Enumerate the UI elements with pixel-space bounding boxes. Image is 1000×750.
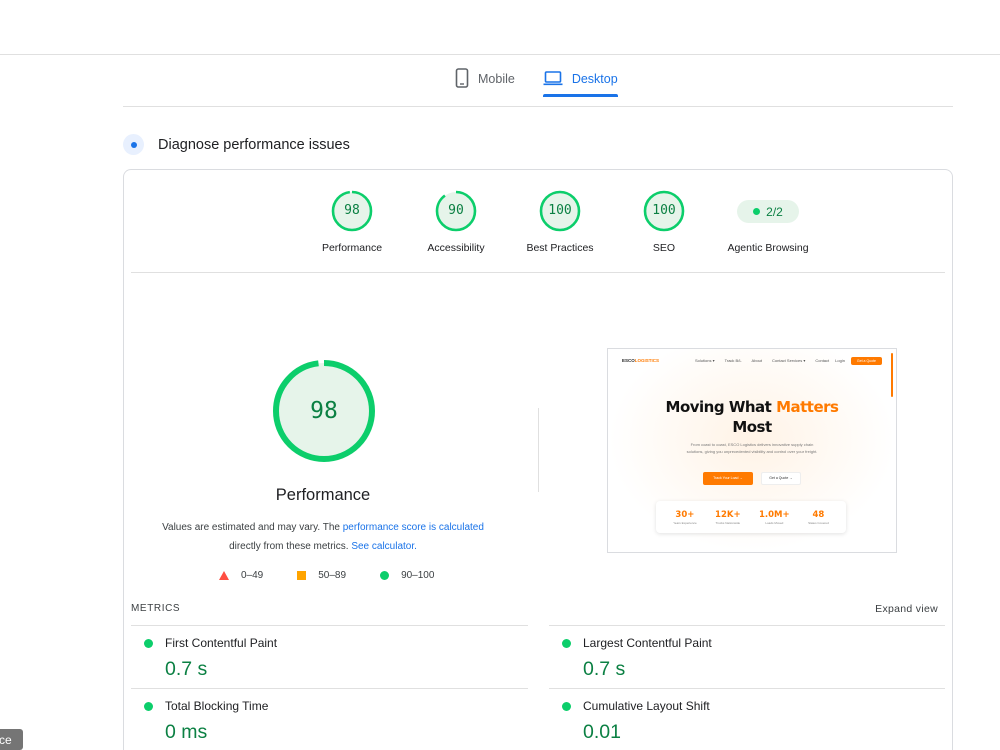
legend-range: 0–49	[241, 570, 264, 581]
tab-mobile-label: Mobile	[478, 72, 515, 86]
performance-score-gauge: 98	[271, 358, 377, 464]
tab-desktop[interactable]: Desktop	[542, 62, 618, 97]
gauge-performance[interactable]: 98 Performance	[300, 190, 404, 254]
gauge-label: SEO	[652, 242, 676, 254]
gauge-seo[interactable]: 100 SEO	[612, 190, 716, 254]
metric-value: 0 ms	[165, 721, 208, 743]
metric-value: 0.01	[583, 721, 621, 743]
tab-mobile[interactable]: Mobile	[455, 62, 515, 96]
score-ring: 100	[643, 190, 685, 232]
metric-name: Cumulative Layout Shift	[583, 699, 710, 713]
gauge-label: Agentic Browsing	[727, 242, 809, 254]
thumbnail-nav: ESCOLOGISTICS Solutions ▾ Track B/L About C…	[622, 356, 882, 365]
thumbnail-stats: 30+ Years Experience 12K+ Trucks Nationwid…	[656, 501, 846, 533]
thumbnail-page: ESCOLOGISTICS Solutions ▾ Track B/L About C…	[608, 349, 896, 552]
gauge-label: Accessibility	[427, 242, 485, 254]
tabs-divider	[123, 106, 953, 107]
thumbnail-scrollbar	[891, 353, 893, 397]
page-screenshot-thumbnail[interactable]: ESCOLOGISTICS Solutions ▾ Track B/L About C…	[607, 348, 897, 553]
score-ring: 90	[435, 190, 477, 232]
gauge-best-practices[interactable]: 100 Best Practices	[508, 190, 612, 254]
score-legend: 0–49 50–89 90–100	[219, 570, 468, 581]
metric-lcp: Largest Contentful Paint 0.7 s	[562, 636, 942, 681]
performance-score-link[interactable]: performance score is calculated	[343, 522, 484, 533]
pass-dot-icon	[144, 701, 153, 711]
score-ring: 100	[539, 190, 581, 232]
orange-square-icon	[297, 571, 307, 580]
pass-dot-icon	[144, 638, 153, 648]
metric-value: 0.7 s	[165, 658, 208, 680]
estimate-note: Values are estimated and may vary. The p…	[150, 519, 496, 556]
see-calculator-link[interactable]: See calculator.	[351, 541, 417, 552]
metric-value: 0.7 s	[583, 658, 626, 680]
legend-average: 50–89	[297, 570, 346, 581]
pass-dot-icon	[562, 701, 571, 711]
metric-cls: Cumulative Layout Shift 0.01	[562, 699, 942, 744]
metric-divider	[131, 625, 528, 626]
agentic-value: 2/2	[766, 204, 783, 219]
top-divider	[0, 54, 1000, 55]
pass-dot-icon	[562, 638, 571, 648]
metric-name: Total Blocking Time	[165, 699, 269, 713]
gauges-divider	[131, 272, 945, 273]
metric-divider	[131, 688, 528, 689]
laptop-icon	[543, 70, 563, 89]
performance-title: Performance	[275, 486, 371, 504]
estimate-text-2: directly from these metrics.	[229, 540, 352, 552]
thumbnail-headline: Moving What Matters Most	[665, 398, 839, 436]
pass-dot-icon	[753, 208, 761, 215]
thumbnail-nav-right: Login Get a Quote	[835, 356, 882, 365]
legend-fail: 0–49	[219, 570, 263, 581]
diagnose-dot-icon	[123, 134, 144, 155]
performance-score: 98	[310, 398, 338, 424]
gauge-label: Best Practices	[526, 242, 594, 254]
expand-view-button[interactable]: Expand view	[875, 603, 938, 615]
gauge-score: 90	[448, 203, 464, 218]
vertical-divider	[538, 408, 539, 492]
agentic-pill: 2/2	[737, 200, 799, 223]
metric-fcp: First Contentful Paint 0.7 s	[144, 636, 524, 681]
metric-name: First Contentful Paint	[165, 636, 278, 650]
gauge-score: 100	[652, 203, 676, 218]
thumbnail-subtitle: From coast to coast, ESCO Logistics deli…	[686, 442, 818, 454]
legend-pass: 90–100	[380, 570, 434, 581]
red-triangle-icon	[219, 571, 229, 580]
legend-range: 90–100	[401, 570, 435, 581]
estimate-text-1: Values are estimated and may vary. The	[162, 522, 343, 533]
metric-divider	[549, 688, 945, 689]
legend-range: 50–89	[318, 570, 347, 581]
score-ring: 98	[331, 190, 373, 232]
thumbnail-nav-links: Solutions ▾ Track B/L About Contact Service…	[695, 358, 830, 363]
tab-desktop-label: Desktop	[571, 72, 618, 86]
floating-chip[interactable]: ce	[0, 729, 23, 750]
gauge-label: Performance	[321, 242, 383, 254]
gauge-score: 98	[344, 203, 360, 218]
metric-name: Largest Contentful Paint	[583, 636, 712, 650]
metric-divider	[549, 625, 945, 626]
diagnose-title: Diagnose performance issues	[158, 136, 350, 153]
gauge-agentic-browsing[interactable]: 2/2 Agentic Browsing	[716, 190, 820, 254]
metric-tbt: Total Blocking Time 0 ms	[144, 699, 524, 744]
gauge-score: 100	[548, 203, 572, 218]
thumbnail-buttons: Track Your Load → Get a Quote →	[703, 472, 801, 485]
device-tabs: Mobile Desktop	[455, 62, 618, 97]
diagnose-heading: Diagnose performance issues	[123, 134, 350, 155]
green-circle-icon	[380, 571, 390, 580]
gauge-accessibility[interactable]: 90 Accessibility	[404, 190, 508, 254]
metrics-heading: METRICS	[131, 603, 181, 614]
mobile-phone-icon	[455, 67, 469, 91]
thumbnail-logo: ESCOLOGISTICS	[622, 358, 660, 363]
category-gauges: 98 Performance 90 Accessibility 100 Best…	[300, 190, 820, 254]
